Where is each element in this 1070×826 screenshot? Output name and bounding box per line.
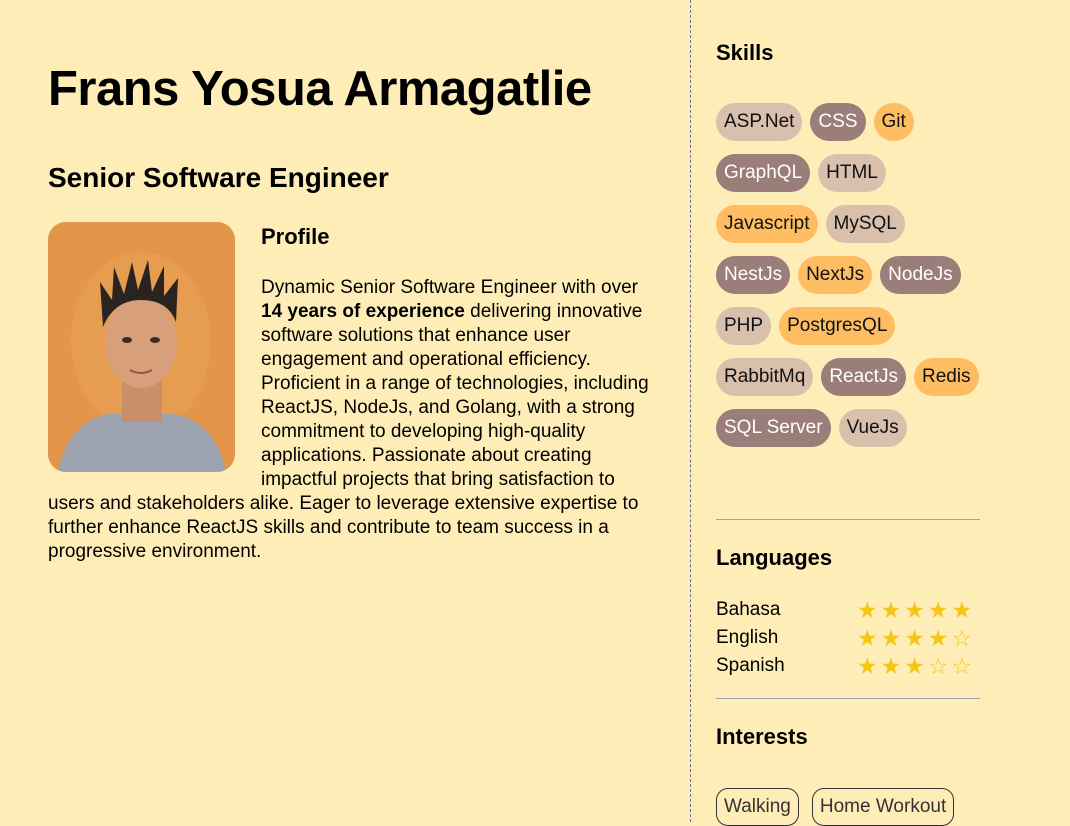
interest-tag: Home Workout bbox=[811, 788, 955, 826]
star-filled-icon: ★ bbox=[904, 624, 925, 651]
star-filled-icon: ★ bbox=[857, 652, 878, 679]
skill-chip: NextJs bbox=[798, 256, 873, 294]
star-filled-icon: ★ bbox=[857, 624, 878, 651]
star-empty-icon: ☆ bbox=[951, 624, 973, 651]
profile-photo bbox=[48, 222, 235, 472]
skills-list: ASP.Net CSS Git GraphQL HTML Javascript … bbox=[716, 103, 980, 447]
star-filled-icon: ★ bbox=[927, 596, 949, 623]
skill-chip: RabbitMq bbox=[716, 358, 814, 396]
skill-chip: ReactJs bbox=[821, 358, 906, 396]
skill-chip: NestJs bbox=[716, 256, 791, 294]
star-empty-icon: ☆ bbox=[927, 652, 949, 679]
star-rating: ★ ★ ★ ★ ★ bbox=[857, 596, 973, 623]
skill-chip: Javascript bbox=[716, 205, 818, 243]
skill-chip: ASP.Net bbox=[716, 103, 803, 141]
language-name: Spanish bbox=[716, 655, 785, 676]
star-filled-icon: ★ bbox=[951, 596, 973, 623]
skill-chip: PostgresQL bbox=[779, 307, 896, 345]
column-divider bbox=[690, 0, 691, 822]
interests-list: Walking Home Workout bbox=[716, 788, 955, 826]
languages-list: Bahasa ★ ★ ★ ★ ★ English ★ ★ ★ ★ ☆ Spanish ★ ★ ★ ☆ ☆ bbox=[716, 596, 980, 680]
language-name: English bbox=[716, 627, 779, 648]
star-rating: ★ ★ ★ ★ ☆ bbox=[857, 624, 973, 651]
language-row: English ★ ★ ★ ★ ☆ bbox=[716, 624, 980, 652]
skills-heading: Skills bbox=[716, 40, 774, 65]
star-filled-icon: ★ bbox=[904, 596, 925, 623]
skill-chip: Redis bbox=[913, 358, 979, 396]
section-divider bbox=[716, 698, 980, 699]
language-row: Spanish ★ ★ ★ ☆ ☆ bbox=[716, 652, 980, 680]
star-filled-icon: ★ bbox=[880, 624, 902, 651]
languages-heading: Languages bbox=[716, 545, 833, 570]
language-name: Bahasa bbox=[716, 599, 781, 620]
skill-chip: GraphQL bbox=[716, 154, 811, 192]
job-title: Senior Software Engineer bbox=[48, 162, 389, 193]
star-filled-icon: ★ bbox=[904, 652, 925, 679]
star-filled-icon: ★ bbox=[927, 624, 949, 651]
star-filled-icon: ★ bbox=[880, 596, 902, 623]
star-filled-icon: ★ bbox=[880, 652, 902, 679]
star-rating: ★ ★ ★ ☆ ☆ bbox=[857, 652, 973, 679]
skill-chip: NodeJs bbox=[880, 256, 961, 294]
language-row: Bahasa ★ ★ ★ ★ ★ bbox=[716, 596, 980, 624]
profile-text-intro: Dynamic Senior Software Engineer with ov… bbox=[261, 277, 639, 298]
skill-chip: SQL Server bbox=[716, 409, 831, 447]
skill-chip: VueJs bbox=[838, 409, 907, 447]
skill-chip: MySQL bbox=[825, 205, 905, 243]
skill-chip: CSS bbox=[810, 103, 866, 141]
skill-chip: PHP bbox=[716, 307, 772, 345]
interests-heading: Interests bbox=[716, 724, 808, 749]
section-divider bbox=[716, 519, 980, 520]
person-name: Frans Yosua Armagatlie bbox=[48, 62, 592, 116]
skill-chip: HTML bbox=[818, 154, 886, 192]
interest-tag: Walking bbox=[716, 788, 799, 826]
star-empty-icon: ☆ bbox=[951, 652, 973, 679]
experience-highlight: 14 years of experience bbox=[261, 301, 465, 322]
skill-chip: Git bbox=[873, 103, 914, 141]
star-filled-icon: ★ bbox=[857, 596, 878, 623]
profile-section: Profile Dynamic Senior Software Engineer… bbox=[48, 222, 660, 564]
